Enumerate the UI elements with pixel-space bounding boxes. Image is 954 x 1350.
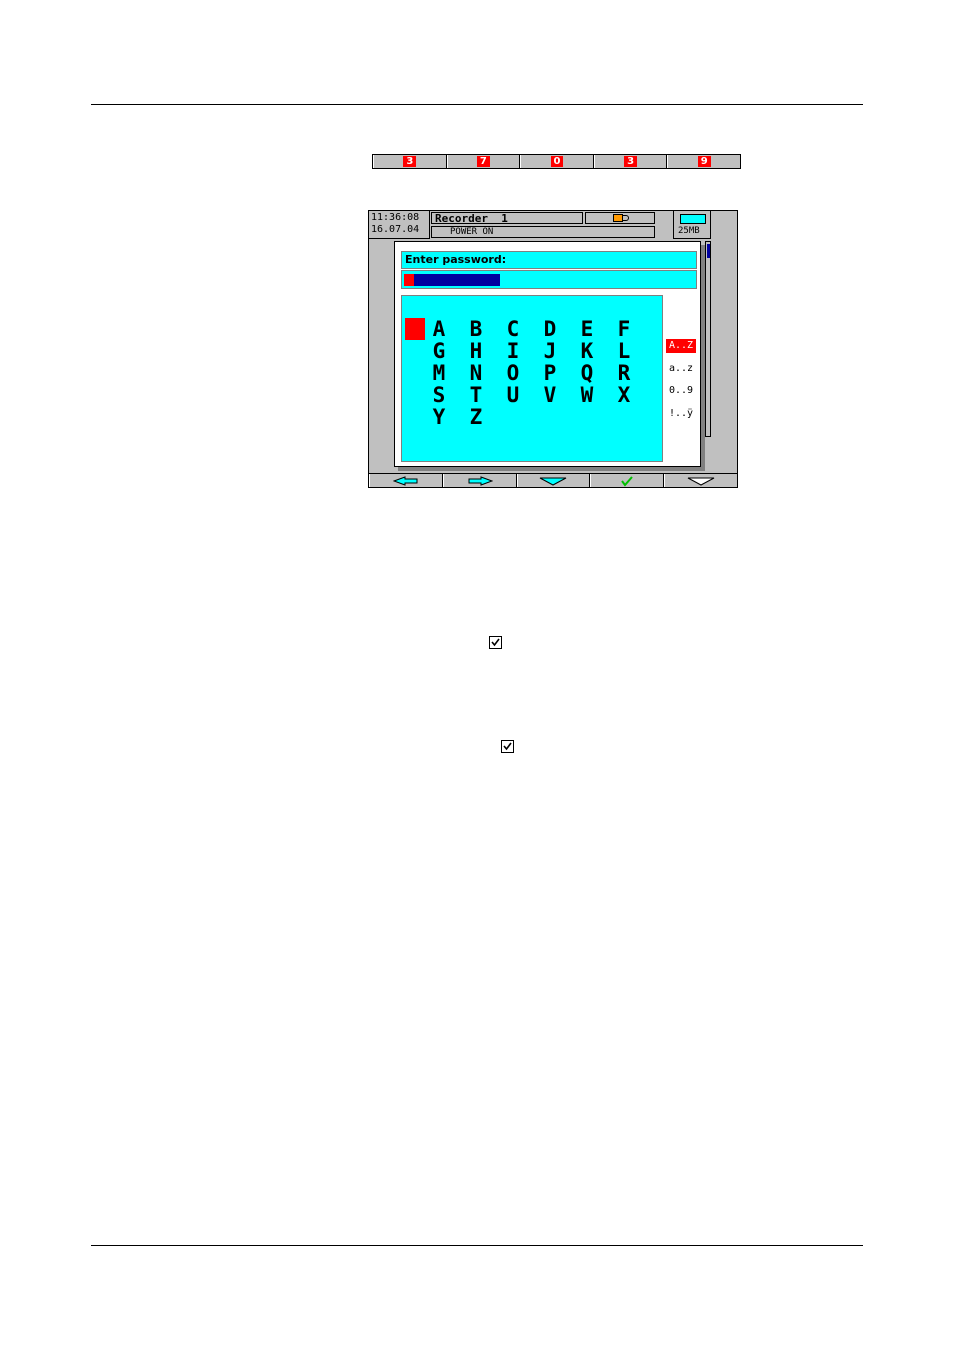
char-key[interactable]: T — [466, 384, 486, 406]
char-key[interactable]: I — [503, 340, 523, 362]
character-panel: ABCDEF GHIJKL MNOPQR STUVWX YZ — [401, 295, 663, 462]
char-key[interactable]: R — [614, 362, 634, 384]
recorder-screen: 11:36:08 16.07.04 Recorder 1 POWER ON 25… — [368, 210, 738, 488]
char-key[interactable]: M — [429, 362, 449, 384]
char-key[interactable]: Z — [466, 406, 486, 428]
left-button[interactable] — [369, 474, 443, 487]
battery-indicator — [585, 212, 655, 224]
right-arrow-icon — [468, 476, 493, 486]
softkey-bar: 3 7 0 3 9 — [372, 154, 741, 169]
left-arrow-icon — [392, 476, 418, 486]
dialog-scrollbar[interactable] — [705, 241, 711, 437]
password-prompt: Enter password: — [401, 251, 697, 269]
softkey-1[interactable]: 3 — [373, 155, 447, 168]
check-icon — [621, 475, 634, 487]
char-key[interactable]: U — [503, 384, 523, 406]
scroll-thumb[interactable] — [707, 244, 710, 258]
softkey-3-label: 0 — [550, 156, 564, 167]
char-key[interactable]: N — [466, 362, 486, 384]
memory-card-indicator: 25MB — [673, 211, 711, 239]
char-key[interactable]: F — [614, 318, 634, 340]
softkey-4-label: 3 — [624, 156, 638, 167]
memory-label: 25MB — [678, 226, 700, 236]
checkmark-icon — [491, 638, 500, 647]
char-key[interactable]: Q — [577, 362, 597, 384]
char-key[interactable]: A — [429, 318, 449, 340]
softkey-2-label: 7 — [476, 156, 490, 167]
softkey-1-label: 3 — [403, 156, 417, 167]
char-key[interactable]: D — [540, 318, 560, 340]
character-grid: ABCDEF GHIJKL MNOPQR STUVWX YZ — [429, 318, 649, 428]
recorder-name: Recorder 1 — [431, 212, 583, 225]
status-line: POWER ON — [431, 226, 655, 238]
charset-list: A..Z a..z 0..9 !..ÿ — [665, 295, 697, 462]
char-key[interactable]: V — [540, 384, 560, 406]
password-entry-bar — [414, 274, 500, 286]
checkmark-icon — [503, 742, 512, 751]
checkbox-2[interactable] — [501, 740, 514, 753]
softkey-5-label: 9 — [697, 156, 711, 167]
softkey-3[interactable]: 0 — [520, 155, 594, 168]
bottom-rule — [91, 1245, 863, 1246]
softkey-5[interactable]: 9 — [667, 155, 740, 168]
selection-cursor — [405, 318, 425, 340]
char-key[interactable]: Y — [429, 406, 449, 428]
char-key[interactable]: S — [429, 384, 449, 406]
clock: 11:36:08 16.07.04 — [369, 211, 430, 239]
text-cursor — [404, 274, 414, 286]
char-key[interactable]: G — [429, 340, 449, 362]
charset-option[interactable]: A..Z — [666, 339, 696, 353]
right-button[interactable] — [442, 474, 517, 487]
char-key[interactable]: H — [466, 340, 486, 362]
down-button[interactable] — [516, 474, 591, 487]
char-key[interactable]: O — [503, 362, 523, 384]
char-key[interactable]: C — [503, 318, 523, 340]
battery-tip-icon — [623, 215, 629, 221]
battery-icon — [613, 214, 623, 222]
char-key[interactable]: L — [614, 340, 634, 362]
char-key[interactable]: X — [614, 384, 634, 406]
close-button[interactable] — [664, 474, 737, 487]
char-key[interactable]: J — [540, 340, 560, 362]
bottom-softkey-bar — [369, 473, 737, 487]
confirm-button[interactable] — [590, 474, 665, 487]
char-key[interactable]: B — [466, 318, 486, 340]
char-key[interactable]: K — [577, 340, 597, 362]
down-arrow-outline-icon — [687, 477, 715, 486]
charset-option[interactable]: a..z — [666, 362, 696, 376]
password-field[interactable] — [401, 270, 697, 289]
checkbox-1[interactable] — [489, 636, 502, 649]
time-value: 11:36:08 — [371, 212, 420, 223]
down-arrow-icon — [540, 477, 567, 486]
top-rule — [91, 104, 863, 105]
char-key[interactable]: E — [577, 318, 597, 340]
softkey-2[interactable]: 7 — [446, 155, 521, 168]
date-value: 16.07.04 — [371, 224, 420, 235]
char-key[interactable]: W — [577, 384, 597, 406]
charset-option[interactable]: !..ÿ — [666, 407, 696, 421]
charset-option[interactable]: 0..9 — [666, 384, 696, 398]
memory-card-icon — [680, 214, 706, 224]
softkey-4[interactable]: 3 — [593, 155, 668, 168]
char-key[interactable]: P — [540, 362, 560, 384]
